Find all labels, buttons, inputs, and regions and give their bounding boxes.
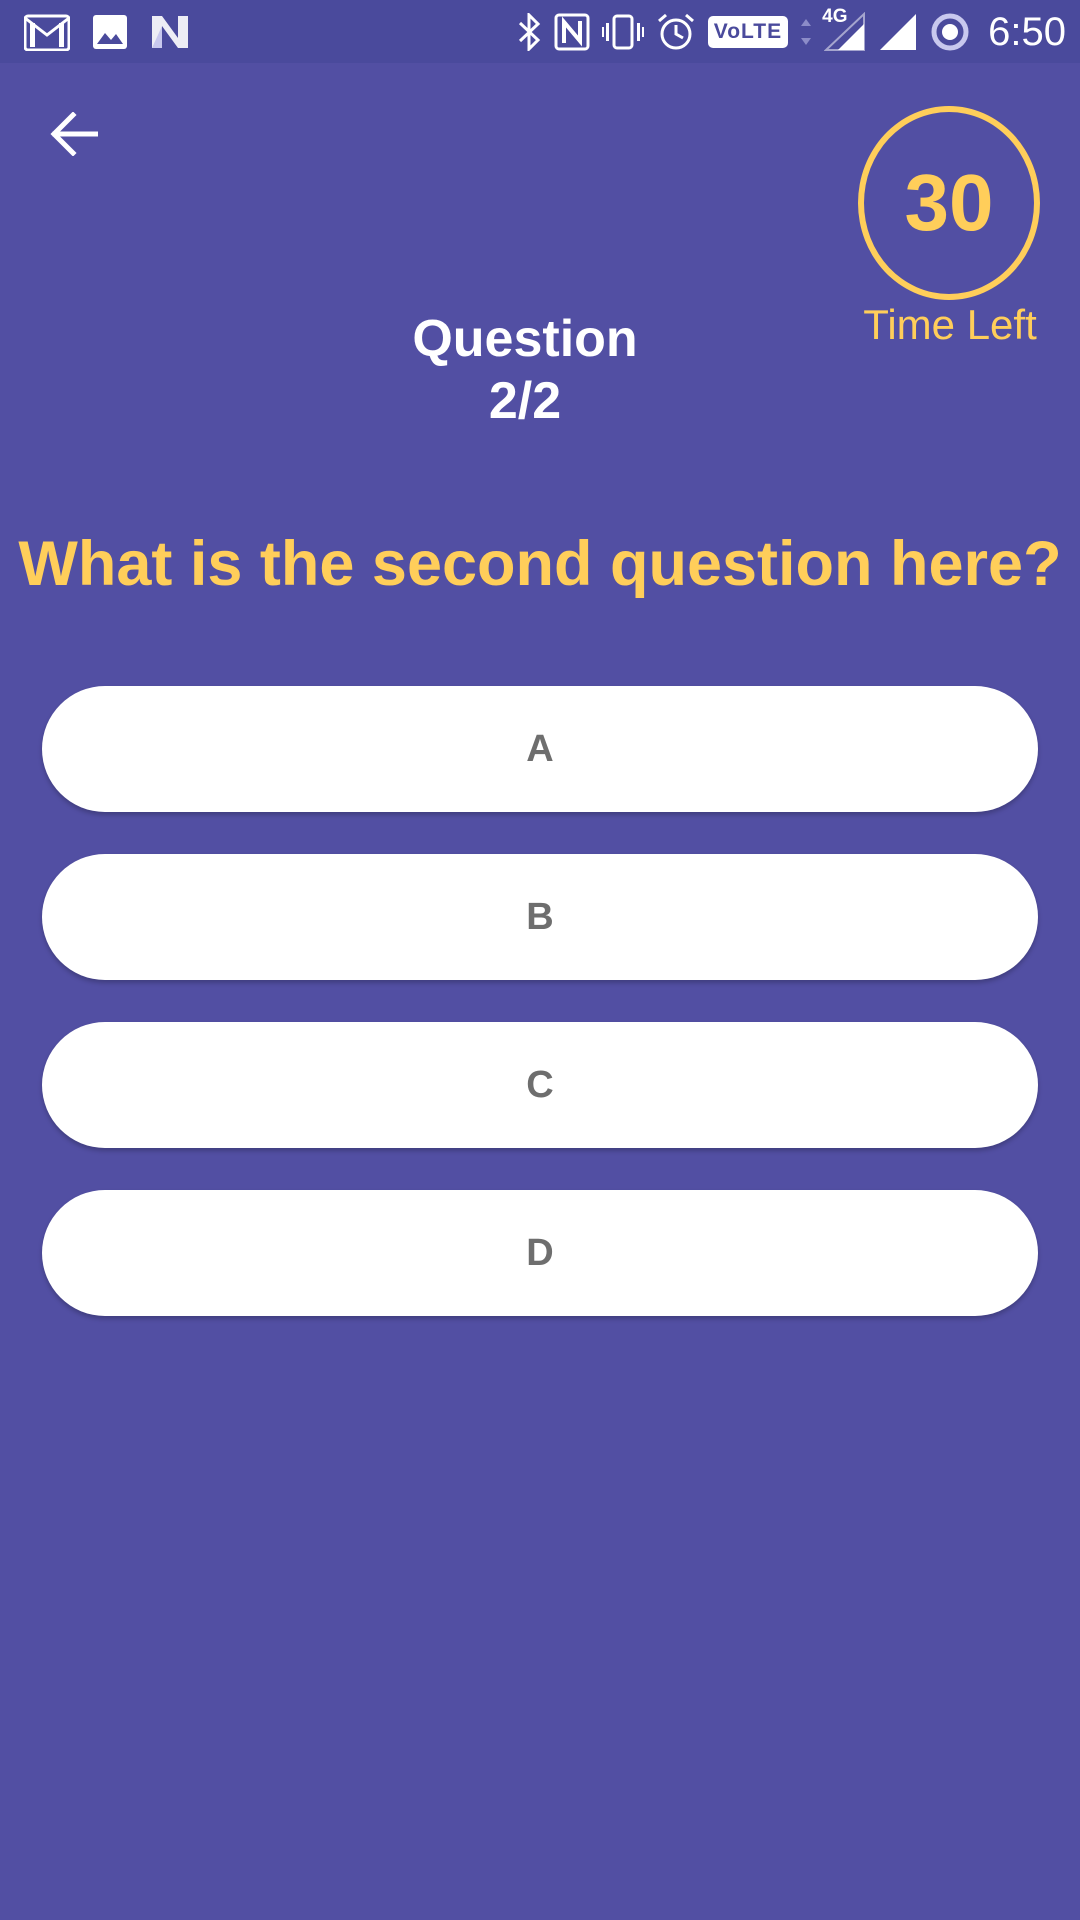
timer-ring: 30 [858,106,1040,300]
status-bar-notifications [24,10,212,54]
arrow-back-icon [50,110,99,161]
gallery-icon [92,14,128,50]
option-c-button[interactable]: C [42,1022,1038,1148]
network-type-label: 4G [822,6,848,27]
option-label: D [526,1231,554,1274]
sync-icon [930,12,970,52]
option-b-button[interactable]: B [42,854,1038,980]
timer-value: 30 [904,158,994,247]
gmail-icon [24,13,70,51]
option-label: C [526,1063,554,1106]
nfc-icon [554,13,590,51]
data-arrows-icon [800,17,812,47]
status-bar: VoLTE 4G 6:50 [0,0,1080,63]
option-a-button[interactable]: A [42,686,1038,812]
answer-options: A B C D [42,686,1038,1358]
question-counter: Question 2/2 [340,308,710,432]
signal-4g-icon: 4G [822,6,866,52]
n-logo-icon [150,14,190,50]
option-label: B [526,895,554,938]
question-text: What is the second question here? [18,529,1062,599]
timer-label: Time Left [863,301,1037,348]
countdown-timer: 30 [858,106,1040,300]
option-label: A [526,727,554,770]
alarm-icon [656,12,696,52]
signal-icon [878,12,918,52]
back-button[interactable] [40,106,108,166]
status-time: 6:50 [988,10,1066,54]
vibrate-icon [601,14,644,50]
bluetooth-icon [518,13,542,51]
option-d-button[interactable]: D [42,1190,1038,1316]
question-progress: 2/2 [488,372,562,430]
question-label: Question [412,310,638,368]
status-bar-system: VoLTE 4G 6:50 [506,6,1066,56]
volte-icon: VoLTE [707,16,789,48]
